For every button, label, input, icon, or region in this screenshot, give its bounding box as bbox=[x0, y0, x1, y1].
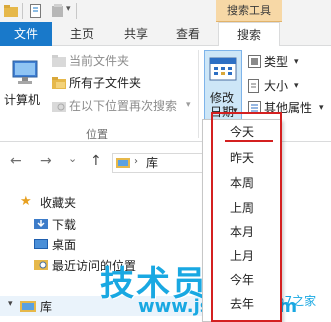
type-dropdown-icon[interactable]: ▾ bbox=[294, 57, 299, 67]
type-filter[interactable]: 类型 bbox=[264, 54, 288, 70]
current-folder-icon[interactable] bbox=[52, 55, 66, 67]
library-icon bbox=[116, 158, 130, 168]
libraries-icon bbox=[20, 301, 36, 312]
separator bbox=[22, 3, 23, 19]
group-separator bbox=[198, 50, 199, 138]
separator bbox=[76, 3, 77, 19]
search-again-option[interactable]: 在以下位置再次搜索 bbox=[69, 98, 177, 114]
size-icon[interactable] bbox=[248, 79, 260, 93]
customize-quick-access-icon[interactable]: ▾ bbox=[66, 4, 71, 14]
new-folder-icon[interactable] bbox=[52, 4, 64, 18]
tab-home[interactable]: 主页 bbox=[58, 22, 106, 46]
downloads-icon bbox=[34, 219, 48, 229]
tab-view[interactable]: 查看 bbox=[164, 22, 212, 46]
tab-search[interactable]: 搜索 bbox=[218, 22, 280, 47]
search-again-dropdown-icon[interactable]: ▾ bbox=[186, 100, 191, 110]
today-underline-mark bbox=[225, 140, 273, 142]
back-button[interactable]: ← bbox=[10, 153, 22, 169]
recent-locations-button[interactable]: ⌄ bbox=[68, 152, 77, 165]
search-again-icon[interactable] bbox=[52, 100, 66, 112]
breadcrumb-libraries[interactable]: 库 bbox=[146, 154, 158, 171]
tree-item-libraries[interactable]: 库 bbox=[40, 298, 52, 315]
computer-label[interactable]: 计算机 bbox=[4, 92, 40, 108]
tree-item-favorites[interactable]: 收藏夹 bbox=[40, 194, 76, 211]
current-folder-option[interactable]: 当前文件夹 bbox=[69, 53, 129, 69]
other-properties-dropdown-icon[interactable]: ▾ bbox=[319, 103, 324, 113]
favorites-star-icon: ★ bbox=[20, 194, 32, 209]
forward-button[interactable]: → bbox=[40, 153, 52, 169]
tree-expand-icon[interactable]: ▾ bbox=[8, 299, 13, 309]
desktop-icon bbox=[34, 239, 48, 249]
breadcrumb-chevron-icon[interactable]: › bbox=[134, 156, 138, 167]
all-subfolders-option[interactable]: 所有子文件夹 bbox=[69, 75, 141, 91]
tab-file[interactable]: 文件 bbox=[0, 22, 52, 46]
up-button[interactable]: ↑ bbox=[90, 153, 102, 169]
properties-icon[interactable] bbox=[30, 4, 42, 18]
title-bar: ▾ 搜索工具 bbox=[0, 0, 331, 22]
location-group-label: 位置 bbox=[86, 128, 108, 141]
folder-icon[interactable] bbox=[4, 4, 18, 18]
size-dropdown-icon[interactable]: ▾ bbox=[294, 81, 299, 91]
tree-item-downloads[interactable]: 下载 bbox=[52, 216, 76, 233]
size-filter[interactable]: 大小 bbox=[264, 78, 288, 94]
type-icon[interactable] bbox=[248, 55, 261, 68]
search-tools-contextual-header: 搜索工具 bbox=[216, 0, 282, 22]
all-subfolders-icon[interactable] bbox=[52, 77, 66, 89]
computer-icon[interactable] bbox=[12, 60, 40, 86]
recent-places-icon bbox=[34, 260, 48, 270]
tab-share[interactable]: 共享 bbox=[112, 22, 160, 46]
menu-highlight-box bbox=[211, 112, 282, 322]
tree-item-desktop[interactable]: 桌面 bbox=[52, 236, 76, 253]
calendar-icon bbox=[209, 57, 237, 81]
